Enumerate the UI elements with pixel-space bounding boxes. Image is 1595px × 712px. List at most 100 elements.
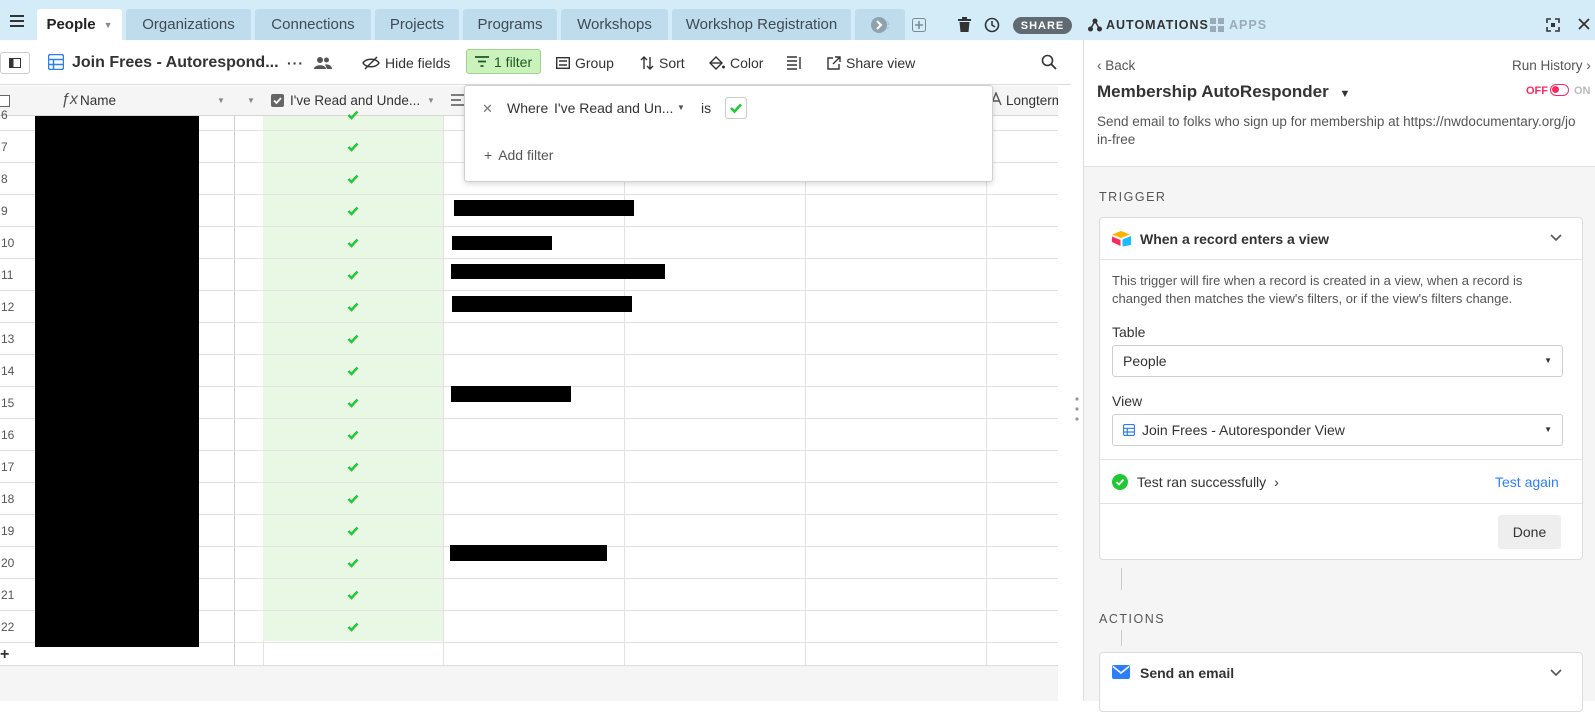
done-button[interactable]: Done bbox=[1498, 515, 1561, 549]
add-row-button[interactable]: + bbox=[0, 646, 9, 664]
check-icon[interactable] bbox=[347, 589, 359, 601]
sidebar-toggle-icon[interactable] bbox=[0, 52, 30, 74]
panel-resize-handle[interactable] bbox=[1075, 396, 1079, 422]
automation-title[interactable]: Membership AutoResponder ▼ bbox=[1097, 82, 1350, 102]
history-icon[interactable] bbox=[984, 17, 1000, 33]
description-text: Send email to folks who sign up for memb… bbox=[1097, 114, 1576, 147]
top-tab-bar: People ▼ Organizations Connections Proje… bbox=[0, 0, 1595, 40]
check-icon[interactable] bbox=[347, 205, 359, 217]
group-icon bbox=[556, 57, 570, 69]
tab-projects[interactable]: Projects bbox=[375, 9, 459, 40]
tab-connections[interactable]: Connections bbox=[255, 9, 371, 40]
row-number: 11 bbox=[1, 268, 14, 282]
redacted-cell bbox=[451, 386, 571, 402]
table-select[interactable]: People ▼ bbox=[1112, 345, 1563, 377]
trigger-card-header[interactable]: When a record enters a view bbox=[1100, 218, 1582, 260]
table-field-label: Table bbox=[1112, 324, 1145, 340]
chevron-down-icon[interactable]: ▼ bbox=[104, 20, 113, 30]
tab-label: Workshop Registration bbox=[685, 16, 838, 33]
close-icon[interactable] bbox=[1578, 18, 1590, 30]
filter-field-select[interactable]: I've Read and Un... bbox=[554, 100, 673, 116]
action-card[interactable]: Send an email bbox=[1099, 652, 1583, 712]
automations-icon bbox=[1088, 18, 1102, 32]
check-icon[interactable] bbox=[347, 141, 359, 153]
add-tab-icon[interactable] bbox=[912, 18, 926, 32]
filter-icon bbox=[475, 56, 489, 67]
tab-programs[interactable]: Programs bbox=[463, 9, 557, 40]
tab-people[interactable]: People ▼ bbox=[37, 9, 122, 40]
check-icon[interactable] bbox=[347, 365, 359, 377]
check-icon[interactable] bbox=[347, 525, 359, 537]
tab-label: Organizations bbox=[142, 16, 235, 33]
check-icon[interactable] bbox=[347, 333, 359, 345]
view-name-label: Join Frees - Autorespond... bbox=[72, 54, 279, 71]
view-name[interactable]: Join Frees - Autorespond... bbox=[72, 51, 279, 75]
divider bbox=[1100, 459, 1582, 460]
check-icon[interactable] bbox=[347, 429, 359, 441]
chevron-down-icon[interactable] bbox=[1550, 669, 1562, 677]
check-icon[interactable] bbox=[347, 493, 359, 505]
email-icon bbox=[1112, 665, 1130, 679]
back-button[interactable]: ‹ Back bbox=[1097, 58, 1135, 73]
chevron-down-icon[interactable]: ▼ bbox=[1544, 356, 1552, 365]
test-status-text: Test ran successfully bbox=[1137, 474, 1267, 490]
row-number: 6 bbox=[1, 108, 8, 122]
sort-button[interactable]: Sort bbox=[640, 51, 685, 75]
where-text: Where bbox=[507, 100, 549, 116]
trigger-description: This trigger will fire when a record is … bbox=[1112, 272, 1572, 308]
view-select[interactable]: Join Frees - Autoresponder View ▼ bbox=[1112, 414, 1563, 446]
more-icon[interactable]: ··· bbox=[287, 51, 304, 75]
remove-filter-icon[interactable]: ✕ bbox=[482, 101, 493, 117]
check-icon[interactable] bbox=[347, 461, 359, 473]
chevron-down-icon[interactable] bbox=[1550, 234, 1562, 242]
group-button[interactable]: Group bbox=[556, 51, 614, 75]
automation-header: ‹ Back Run History › Membership AutoResp… bbox=[1084, 40, 1595, 167]
check-icon[interactable] bbox=[347, 301, 359, 313]
automation-description[interactable]: Send email to folks who sign up for memb… bbox=[1097, 113, 1577, 149]
check-icon[interactable] bbox=[347, 397, 359, 409]
color-label: Color bbox=[730, 55, 764, 71]
filter-button[interactable]: 1 filter bbox=[466, 49, 542, 74]
chevron-down-icon[interactable]: ▼ bbox=[1544, 425, 1552, 434]
add-filter-button[interactable]: + Add filter bbox=[484, 147, 553, 163]
caret-down-icon[interactable]: ▼ bbox=[1339, 88, 1350, 100]
scroll-tabs-right-icon[interactable] bbox=[871, 17, 887, 33]
filter-operator[interactable]: is bbox=[701, 100, 711, 116]
color-button[interactable]: Color bbox=[709, 51, 763, 75]
chevron-left-icon: ‹ bbox=[1097, 58, 1102, 73]
tab-label: Projects bbox=[389, 16, 445, 33]
trash-icon[interactable] bbox=[958, 17, 971, 32]
expand-icon[interactable] bbox=[1546, 18, 1560, 32]
collaborators-icon[interactable] bbox=[314, 56, 332, 70]
hide-fields-button[interactable]: Hide fields bbox=[362, 51, 450, 75]
check-icon[interactable] bbox=[347, 237, 359, 249]
test-status[interactable]: Test ran successfully › bbox=[1137, 474, 1279, 490]
add-filter-label: Add filter bbox=[498, 147, 554, 163]
check-icon[interactable] bbox=[347, 109, 359, 121]
search-icon[interactable] bbox=[1041, 54, 1057, 70]
run-history-button[interactable]: Run History › bbox=[1512, 58, 1591, 73]
check-icon[interactable] bbox=[347, 557, 359, 569]
row-number: 22 bbox=[1, 620, 15, 634]
automations-button[interactable]: AUTOMATIONS bbox=[1106, 18, 1209, 32]
automation-toggle[interactable] bbox=[1550, 84, 1569, 96]
apps-button[interactable]: APPS bbox=[1229, 18, 1267, 32]
group-label: Group bbox=[575, 55, 614, 71]
tab-workshop-registration[interactable]: Workshop Registration bbox=[672, 9, 851, 40]
chevron-down-icon[interactable]: ▼ bbox=[677, 103, 685, 112]
run-history-label: Run History bbox=[1512, 58, 1583, 73]
check-icon[interactable] bbox=[347, 173, 359, 185]
share-view-button[interactable]: Share view bbox=[827, 51, 915, 75]
test-again-button[interactable]: Test again bbox=[1495, 474, 1559, 490]
airtable-logo-icon bbox=[1112, 230, 1132, 247]
share-button[interactable]: SHARE bbox=[1013, 17, 1072, 34]
row-number: 7 bbox=[1, 140, 8, 154]
tab-workshops[interactable]: Workshops bbox=[561, 9, 668, 40]
row-height-icon[interactable] bbox=[787, 51, 803, 75]
filter-value-checkbox[interactable] bbox=[725, 97, 747, 119]
check-icon[interactable] bbox=[347, 269, 359, 281]
tab-organizations[interactable]: Organizations bbox=[126, 9, 251, 40]
toggle-knob bbox=[1552, 86, 1559, 93]
menu-icon[interactable] bbox=[10, 15, 24, 27]
check-icon[interactable] bbox=[347, 621, 359, 633]
